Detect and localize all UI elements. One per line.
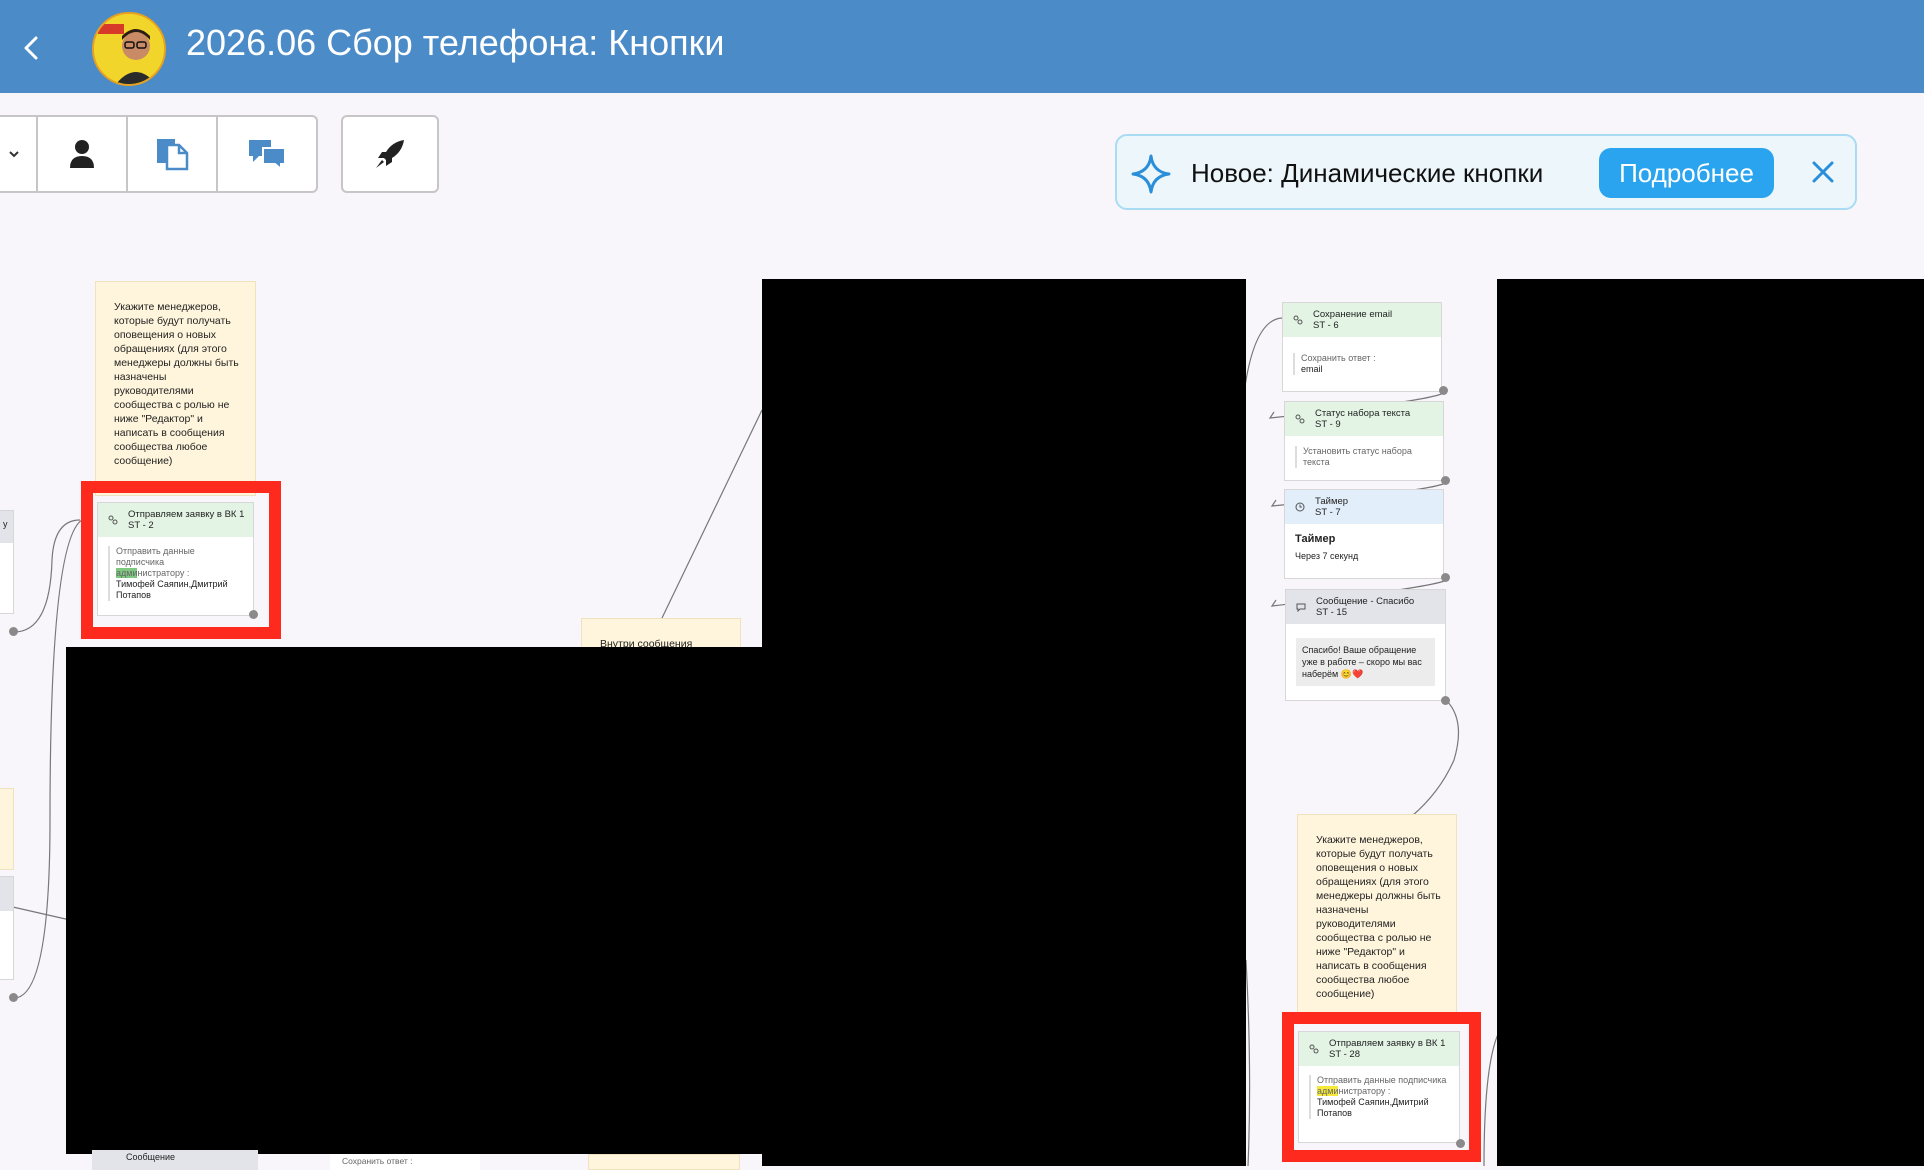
node-body-text: Установить статус набора текста [1295, 446, 1433, 468]
node-save-label: Сохранить ответ : [1301, 353, 1376, 363]
connector-dot[interactable] [1441, 696, 1450, 705]
connector-dot[interactable] [249, 610, 258, 619]
managers-note-text: Укажите менеджеров, которые будут получа… [114, 301, 239, 467]
node-title: Сообщение - Спасибо [1316, 596, 1415, 607]
node-save-value: email [1301, 364, 1323, 374]
node-body: Установить статус набора текста [1285, 436, 1443, 477]
managers-note-text: Укажите менеджеров, которые будут получа… [1316, 834, 1441, 1000]
node-save-label: Сохранить ответ : [342, 1156, 413, 1166]
connector-dot[interactable] [1439, 386, 1448, 395]
redacted-area-left [66, 647, 762, 1154]
node-code: ST - 9 [1315, 419, 1341, 430]
timer-heading: Таймер [1295, 533, 1336, 545]
node-message-bottom-left[interactable]: Сообщение [92, 1150, 258, 1170]
connector-dot[interactable] [9, 993, 18, 1002]
node-code: ST - 7 [1315, 507, 1341, 518]
note-fragment-left[interactable] [0, 788, 14, 870]
highlight-frame-right [1282, 1012, 1481, 1162]
action-icon [1293, 315, 1303, 325]
clock-icon [1295, 502, 1305, 512]
node-title: Сообщение [92, 1150, 258, 1170]
node-save-email[interactable]: Сохранение email ST - 6 Сохранить ответ … [1282, 302, 1442, 392]
timer-delay: Через 7 секунд [1295, 551, 1359, 561]
node-fragment-label: у [0, 511, 13, 543]
managers-note-right[interactable]: Укажите менеджеров, которые будут получа… [1297, 814, 1457, 1022]
managers-note-left[interactable]: Укажите менеджеров, которые будут получа… [95, 281, 256, 496]
node-header: Статус набора текста ST - 9 [1285, 402, 1443, 436]
connector-dot[interactable] [1441, 476, 1450, 485]
node-body: Таймер Через 7 секунд [1285, 524, 1443, 571]
node-code: ST - 6 [1313, 320, 1339, 331]
node-body: Спасибо! Ваше обращение уже в работе – с… [1286, 624, 1445, 695]
node-message-thanks[interactable]: Сообщение - Спасибо ST - 15 Спасибо! Ваш… [1285, 589, 1446, 701]
node-code: ST - 15 [1316, 607, 1347, 618]
node-save-bottom[interactable]: Сохранить ответ : [330, 1154, 480, 1170]
node-header: Таймер ST - 7 [1285, 490, 1443, 524]
note-fragment-bottom[interactable] [588, 1154, 740, 1170]
node-title: Статус набора текста [1315, 408, 1411, 419]
node-header: Сообщение - Спасибо ST - 15 [1286, 590, 1445, 624]
node-fragment-left-bottom[interactable] [0, 876, 14, 980]
connector-dot[interactable] [1456, 1139, 1465, 1148]
node-timer[interactable]: Таймер ST - 7 Таймер Через 7 секунд [1284, 489, 1444, 579]
redacted-area-right [1497, 279, 1924, 1166]
message-icon [1296, 603, 1306, 612]
node-title: Сохранение email [1313, 309, 1393, 320]
redacted-area-center [762, 279, 1246, 1166]
connector-dot[interactable] [1441, 573, 1450, 582]
node-typing-status[interactable]: Статус набора текста ST - 9 Установить с… [1284, 401, 1444, 481]
action-icon [1295, 414, 1305, 424]
node-fragment-left-top[interactable]: у [0, 510, 14, 614]
node-body: Сохранить ответ : email [1283, 337, 1441, 384]
connector-dot[interactable] [9, 627, 18, 636]
node-title: Таймер [1315, 496, 1349, 507]
node-header: Сохранение email ST - 6 [1283, 303, 1441, 337]
message-bubble: Спасибо! Ваше обращение уже в работе – с… [1296, 638, 1435, 686]
